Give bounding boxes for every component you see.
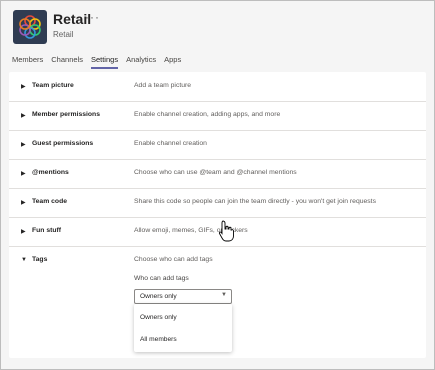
- chevron-down-icon: ▼: [221, 292, 227, 298]
- chevron-down-icon[interactable]: ▼: [21, 257, 27, 263]
- hand-cursor-icon: [218, 220, 234, 242]
- menu-item-all-members[interactable]: All members: [140, 336, 177, 343]
- who-can-add-tags-label: Who can add tags: [134, 275, 189, 282]
- team-logo: [13, 10, 47, 44]
- tab-analytics[interactable]: Analytics: [126, 55, 156, 69]
- setting-description: Share this code so people can join the t…: [134, 198, 376, 205]
- tab-apps[interactable]: Apps: [164, 55, 181, 69]
- tags-permission-dropdown[interactable]: Owners only ▼: [134, 289, 232, 304]
- setting-description: Add a team picture: [134, 82, 192, 89]
- setting-label: Tags: [32, 256, 48, 263]
- setting-description: Choose who can add tags: [134, 256, 213, 263]
- setting-label: Member permissions: [32, 111, 100, 118]
- setting-label: Guest permissions: [32, 140, 94, 147]
- chevron-right-icon: ▶: [21, 200, 26, 206]
- chevron-right-icon: ▶: [21, 84, 26, 90]
- setting-row-team-code[interactable]: ▶ Team code Share this code so people ca…: [9, 188, 426, 218]
- setting-label: Team code: [32, 198, 68, 205]
- chevron-right-icon: ▶: [21, 229, 26, 235]
- setting-label: @mentions: [32, 169, 69, 176]
- setting-row-member-permissions[interactable]: ▶ Member permissions Enable channel crea…: [9, 101, 426, 131]
- setting-row-tags: ▼ Tags Choose who can add tags Who can a…: [9, 246, 426, 358]
- tab-channels[interactable]: Channels: [51, 55, 83, 69]
- chevron-right-icon: ▶: [21, 171, 26, 177]
- setting-label: Team picture: [32, 82, 74, 89]
- setting-row-mentions[interactable]: ▶ @mentions Choose who can use @team and…: [9, 159, 426, 189]
- team-subtitle: Retail: [53, 30, 74, 39]
- settings-panel: ▶ Team picture Add a team picture ▶ Memb…: [9, 72, 426, 358]
- chevron-right-icon: ▶: [21, 142, 26, 148]
- setting-description: Enable channel creation: [134, 140, 207, 147]
- menu-item-owners-only[interactable]: Owners only: [140, 314, 177, 321]
- setting-label: Fun stuff: [32, 227, 62, 234]
- chevron-right-icon: ▶: [21, 113, 26, 119]
- setting-row-team-picture[interactable]: ▶ Team picture Add a team picture: [9, 72, 426, 102]
- team-tabs: Members Channels Settings Analytics Apps: [12, 55, 181, 69]
- team-logo-graphic: [19, 15, 41, 39]
- setting-description: Enable channel creation, adding apps, an…: [134, 111, 281, 118]
- dropdown-menu: Owners only All members: [134, 304, 232, 352]
- more-options-icon[interactable]: ···: [85, 10, 100, 24]
- dropdown-selected-value: Owners only: [140, 293, 177, 300]
- setting-description: Choose who can use @team and @channel me…: [134, 169, 297, 176]
- tab-settings[interactable]: Settings: [90, 55, 119, 69]
- setting-row-guest-permissions[interactable]: ▶ Guest permissions Enable channel creat…: [9, 130, 426, 160]
- tab-members[interactable]: Members: [12, 55, 43, 69]
